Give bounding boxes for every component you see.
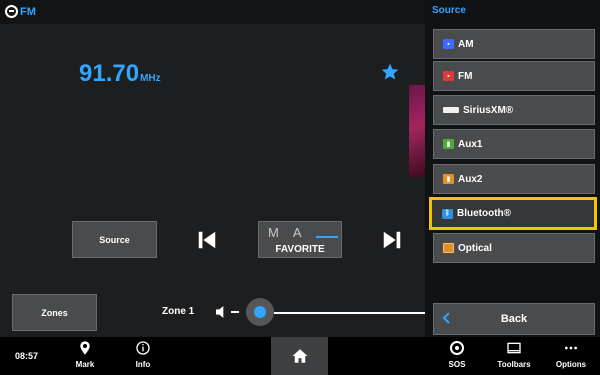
fm-icon: ▪ <box>443 71 454 81</box>
favorite-slots: M A <box>268 225 338 240</box>
source-item-label: Bluetooth® <box>457 208 512 219</box>
optical-icon <box>443 243 454 253</box>
source-item-bluetooth[interactable]: ᛒ Bluetooth® <box>429 197 597 230</box>
zone-label: Zone 1 <box>162 306 195 317</box>
back-button[interactable]: Back <box>433 303 595 335</box>
aux-icon: ▮ <box>443 174 454 184</box>
source-button[interactable]: Source <box>72 221 157 258</box>
info-label: Info <box>135 360 151 369</box>
album-art <box>409 85 425 177</box>
next-track-icon[interactable] <box>381 229 403 251</box>
aux-icon: ▮ <box>443 139 454 149</box>
favorite-label: FAVORITE <box>275 244 325 255</box>
info-button[interactable]: Info <box>121 340 165 374</box>
siriusxm-icon <box>443 107 459 113</box>
source-item-siriusxm[interactable]: SiriusXM® <box>433 95 595 125</box>
sos-icon <box>450 341 464 355</box>
source-item-label: Aux2 <box>458 173 483 185</box>
favorite-slot-1: M <box>268 225 279 240</box>
bluetooth-icon: ᛒ <box>442 208 453 219</box>
source-item-label: AM <box>458 38 474 50</box>
source-item-optical[interactable]: Optical <box>433 233 595 263</box>
home-button[interactable] <box>271 337 328 375</box>
source-item-label: Aux1 <box>458 138 483 150</box>
favorite-star-icon[interactable] <box>380 62 400 82</box>
source-panel-title: Source <box>432 5 466 16</box>
options-button[interactable]: Options <box>549 340 593 374</box>
mode-indicator: FM <box>5 5 36 18</box>
previous-track-icon[interactable] <box>196 229 218 251</box>
am-icon: ▪ <box>443 39 454 49</box>
speaker-icon <box>216 306 224 318</box>
clock: 08:57 <box>15 351 39 361</box>
frequency-display: 91.70 MHz <box>79 60 161 88</box>
mark-label: Mark <box>75 360 95 369</box>
source-item-label: Optical <box>458 242 492 254</box>
mode-label: FM <box>20 5 36 18</box>
volume-minus-icon <box>231 311 239 313</box>
status-bar: FM <box>0 0 425 24</box>
info-icon <box>136 341 150 355</box>
volume-slider-handle[interactable] <box>246 298 274 326</box>
chevron-left-icon <box>442 312 450 324</box>
radio-main-view: FM 91.70 MHz Source M A FAVORITE Zones Z… <box>0 0 425 337</box>
source-item-label: FM <box>458 70 473 82</box>
sos-button[interactable]: SOS <box>435 340 479 374</box>
favorite-slot-2: A <box>292 225 302 240</box>
frequency-value: 91.70 <box>79 60 140 87</box>
source-item-label: SiriusXM® <box>463 104 514 116</box>
radio-mode-icon <box>5 5 18 18</box>
options-label: Options <box>555 360 587 369</box>
more-options-icon <box>565 346 577 350</box>
location-pin-icon <box>80 341 90 355</box>
source-item-fm[interactable]: ▪ FM <box>433 61 595 91</box>
source-item-aux1[interactable]: ▮ Aux1 <box>433 129 595 159</box>
toolbars-icon <box>507 342 521 354</box>
sos-label: SOS <box>448 360 466 369</box>
volume-slider-track[interactable] <box>274 312 425 314</box>
back-label: Back <box>500 313 528 325</box>
frequency-unit: MHz <box>140 73 161 84</box>
mark-button[interactable]: Mark <box>63 340 107 374</box>
source-item-aux2[interactable]: ▮ Aux2 <box>433 164 595 194</box>
zones-button[interactable]: Zones <box>12 294 97 331</box>
favorite-button[interactable]: M A FAVORITE <box>258 221 342 258</box>
toolbars-button[interactable]: Toolbars <box>492 340 536 374</box>
home-icon <box>292 349 307 363</box>
source-item-am[interactable]: ▪ AM <box>433 29 595 59</box>
toolbars-label: Toolbars <box>497 360 531 369</box>
favorite-slot-empty <box>315 225 338 238</box>
